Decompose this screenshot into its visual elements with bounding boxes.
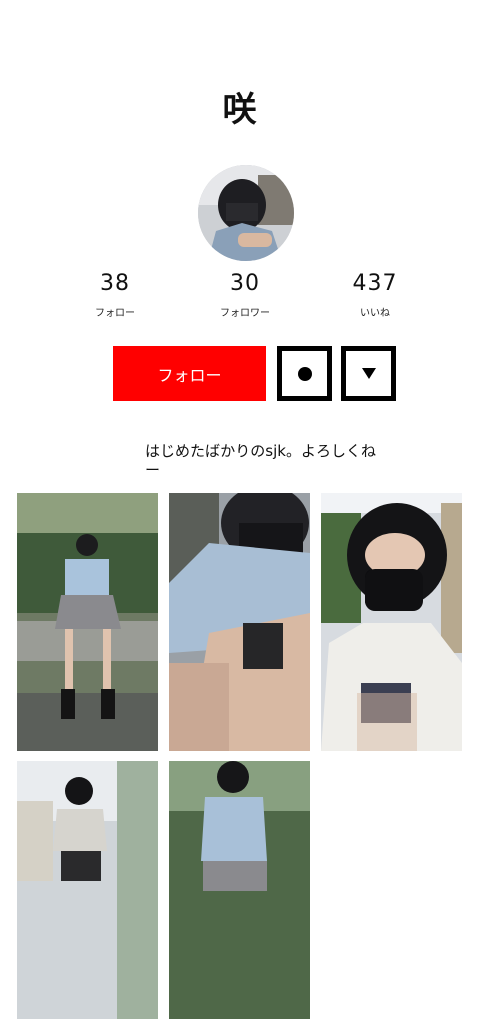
- avatar[interactable]: [198, 165, 294, 261]
- stat-followers[interactable]: 30 フォロワー: [190, 270, 300, 319]
- stat-following[interactable]: 38 フォロー: [60, 270, 170, 319]
- stat-label: いいね: [360, 308, 390, 319]
- video-thumbnail[interactable]: [321, 493, 462, 751]
- profile-name: 咲: [222, 90, 258, 130]
- stat-label: フォロワー: [220, 308, 270, 319]
- thumbnail-image: [169, 493, 310, 751]
- stat-value: 30: [230, 271, 260, 296]
- video-thumbnail[interactable]: [169, 761, 310, 1019]
- profile-bio: はじめたばかりのsjk。よろしくねー: [145, 442, 376, 479]
- video-thumbnail[interactable]: [17, 761, 158, 1019]
- stats-row: 38 フォロー 30 フォロワー 437 いいね: [60, 270, 430, 319]
- thumbnail-image: [169, 761, 310, 1019]
- follow-button[interactable]: フォロー: [113, 346, 266, 401]
- thumbnail-image: [17, 493, 158, 751]
- dot-icon: [297, 366, 312, 381]
- video-thumbnail[interactable]: [17, 493, 158, 751]
- avatar-image: [198, 165, 294, 261]
- thumbnail-image: [17, 761, 158, 1019]
- more-options-button[interactable]: [341, 346, 396, 401]
- stat-likes[interactable]: 437 いいね: [320, 270, 430, 319]
- triangle-down-icon: [361, 368, 376, 379]
- stat-value: 437: [352, 271, 398, 296]
- stat-label: フォロー: [95, 308, 135, 319]
- stat-value: 38: [100, 271, 130, 296]
- thumbnail-image: [321, 493, 462, 751]
- message-button[interactable]: [277, 346, 332, 401]
- video-thumbnail[interactable]: [169, 493, 310, 751]
